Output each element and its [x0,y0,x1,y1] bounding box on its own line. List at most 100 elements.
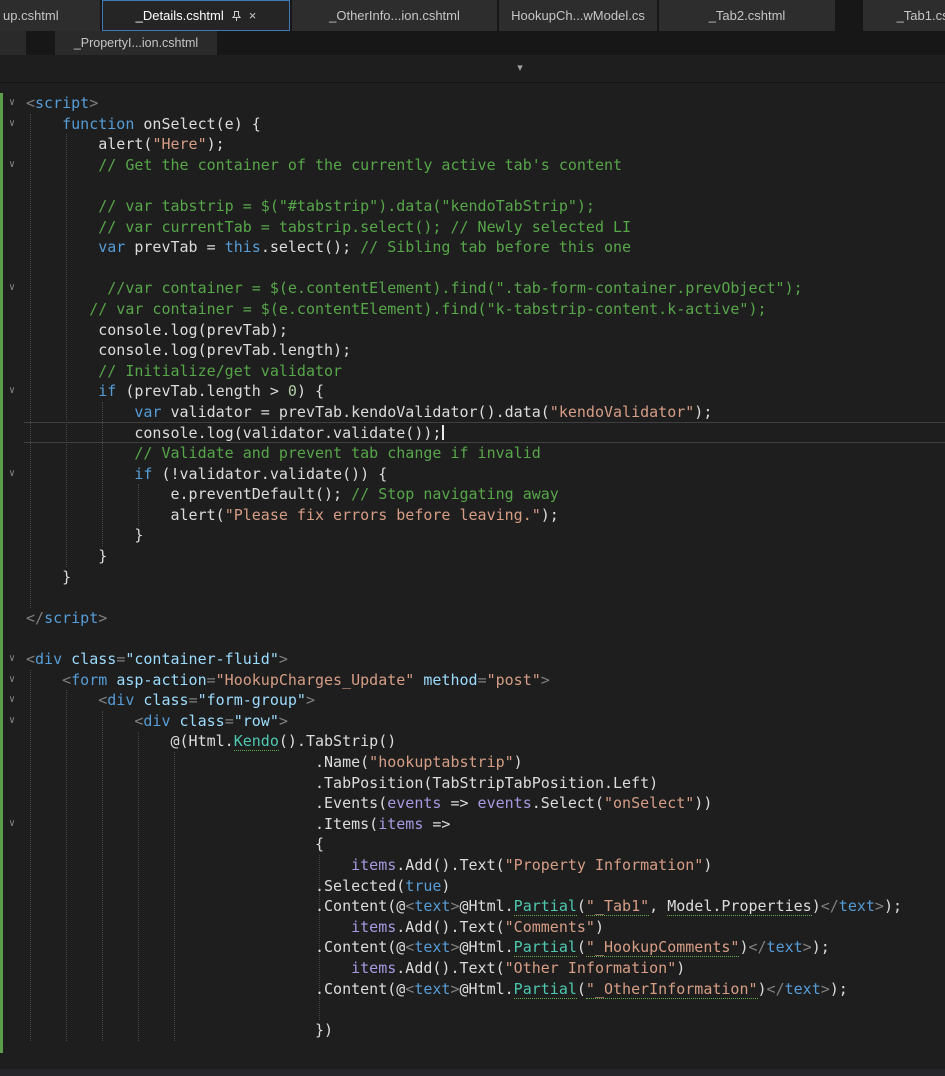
code-line[interactable]: items.Add().Text("Comments") [0,917,945,938]
code-line-text: //var container = $(e.contentElement).fi… [107,279,803,298]
code-line-text: e.preventDefault(); // Stop navigating a… [26,485,559,504]
code-line[interactable]: .Content(@<text>@Html.Partial("_HookupCo… [0,937,945,958]
tab-label: _Details.cshtml [135,8,224,23]
code-line[interactable]: .Selected(true) [0,876,945,897]
code-line[interactable] [0,175,945,196]
code-line-text: // Validate and prevent tab change if in… [134,444,541,463]
code-line[interactable] [0,258,945,279]
code-line[interactable]: var prevTab = this.select(); // Sibling … [0,237,945,258]
tab-label: _PropertyI...ion.cshtml [73,36,199,50]
code-line-text: .Events(events => events.Select("onSelec… [26,794,713,813]
code-line[interactable]: console.log(prevTab); [0,320,945,341]
code-line[interactable]: .Content(@<text>@Html.Partial("_OtherInf… [0,979,945,1000]
code-line[interactable]: // Validate and prevent tab change if in… [0,443,945,464]
editor-tab[interactable]: _Details.cshtml × [102,0,290,31]
code-line-text: items.Add().Text("Comments") [351,917,604,936]
code-line[interactable]: // Initialize/get validator [0,361,945,382]
fold-chevron-icon[interactable]: ∨ [4,670,20,691]
code-line[interactable]: ∨ <div class="form-group"> [0,690,945,711]
code-line[interactable]: ∨ <form asp-action="HookupCharges_Update… [0,670,945,691]
code-line-text: // var tabstrip = $("#tabstrip").data("k… [98,196,595,215]
code-line-text: <form asp-action="HookupCharges_Update" … [62,670,550,689]
editor-tab[interactable]: _Tab2.cshtml [659,0,835,31]
code-line[interactable]: }) [0,1020,945,1041]
code-line[interactable]: ∨ // Get the container of the currently … [0,155,945,176]
code-line-text: } [26,567,72,586]
code-line[interactable]: ∨ //var container = $(e.contentElement).… [0,278,945,299]
code-line[interactable]: console.log(prevTab.length); [0,340,945,361]
change-tracking-bar [0,93,3,1053]
code-line[interactable] [0,587,945,608]
close-icon[interactable]: × [249,9,257,22]
editor-tab[interactable]: HookupCh...wModel.cs [499,0,657,31]
code-line[interactable]: alert("Please fix errors before leaving.… [0,505,945,526]
fold-chevron-icon[interactable]: ∨ [4,381,20,402]
code-line-text: <script> [26,94,99,112]
code-line-text: .Content(@<text>@Html.Partial("_OtherInf… [26,979,848,999]
code-line-text: } [26,526,144,545]
code-line[interactable]: ∨ if (!validator.validate()) { [0,464,945,485]
code-line[interactable]: } [0,567,945,588]
editor-tab[interactable]: up.cshtml [0,0,100,31]
tab-label: HookupCh...wModel.cs [511,8,645,23]
code-line-text: .TabPosition(TabStripTabPosition.Left) [26,773,659,792]
code-line[interactable]: .Content(@<text>@Html.Partial("_Tab1", M… [0,896,945,917]
code-line[interactable]: items.Add().Text("Other Information") [0,958,945,979]
fold-chevron-icon[interactable]: ∨ [4,114,20,135]
horizontal-scrollbar[interactable] [0,1069,945,1076]
code-line[interactable]: // var tabstrip = $("#tabstrip").data("k… [0,196,945,217]
vs-editor-window: up.cshtml _Details.cshtml × _OtherInfo...io… [0,0,945,1076]
tab-row-2: _PropertyI...ion.cshtml [0,31,945,55]
code-line[interactable]: // var container = $(e.contentElement).f… [0,299,945,320]
editor-tab[interactable]: _Tab1.csht [863,0,945,31]
code-line-text: function onSelect(e) { [62,114,261,133]
code-line[interactable]: .Name("hookuptabstrip") [0,752,945,773]
code-line[interactable]: ∨ <div class="row"> [0,711,945,732]
fold-chevron-icon[interactable]: ∨ [4,690,20,711]
code-line[interactable]: ∨ .Items(items => [0,814,945,835]
document-tab-bar: up.cshtml _Details.cshtml × _OtherInfo...io… [0,0,945,55]
fold-chevron-icon[interactable]: ∨ [4,155,20,176]
code-line[interactable]: ∨ if (prevTab.length > 0) { [0,381,945,402]
editor-tab-stub[interactable] [0,31,26,55]
tab-label: up.cshtml [3,8,59,23]
code-line[interactable]: e.preventDefault(); // Stop navigating a… [0,484,945,505]
fold-chevron-icon[interactable]: ∨ [4,93,20,114]
code-line[interactable]: alert("Here"); [0,134,945,155]
code-line-text: }) [26,1020,334,1039]
code-line[interactable]: ∨ <div class="container-fluid"> [0,649,945,670]
code-line-text: console.log(prevTab); [26,320,288,339]
code-line[interactable]: ∨ function onSelect(e) { [0,114,945,135]
code-line[interactable]: @(Html.Kendo().TabStrip() [0,731,945,752]
pin-icon[interactable] [231,10,242,22]
code-line[interactable]: .Events(events => events.Select("onSelec… [0,793,945,814]
code-line[interactable]: // var currentTab = tabstrip.select(); /… [0,217,945,238]
code-line-text: .Items(items => [26,814,451,833]
editor-tab[interactable]: _OtherInfo...ion.cshtml [292,0,497,31]
code-line-text: var prevTab = this.select(); // Sibling … [98,238,632,257]
fold-chevron-icon[interactable]: ∨ [4,649,20,670]
code-line-text: console.log(prevTab.length); [26,341,352,360]
code-line[interactable]: } [0,546,945,567]
fold-chevron-icon[interactable]: ∨ [4,814,20,835]
fold-chevron-icon[interactable]: ∨ [4,278,20,299]
code-line[interactable]: </script> [0,608,945,629]
code-line-text: items.Add().Text("Other Information") [351,958,686,977]
code-line[interactable]: items.Add().Text("Property Information") [0,855,945,876]
code-line[interactable]: { [0,834,945,855]
code-line[interactable]: } [0,525,945,546]
code-editor[interactable]: ∨ <script> ∨ function onSelect(e) { alert(… [0,83,945,1069]
code-line-text: <div class="row"> [134,711,288,730]
fold-chevron-icon[interactable]: ∨ [4,464,20,485]
chevron-down-icon[interactable]: ▾ [508,60,532,77]
code-area[interactable]: ∨ <script> ∨ function onSelect(e) { alert(… [0,83,945,1041]
code-line[interactable] [0,628,945,649]
code-line[interactable]: var validator = prevTab.kendoValidator()… [0,402,945,423]
tab-label: _Tab2.cshtml [708,8,786,23]
code-line[interactable]: console.log(validator.validate()); [0,421,945,444]
code-line[interactable]: .TabPosition(TabStripTabPosition.Left) [0,773,945,794]
code-line[interactable] [0,999,945,1020]
code-line[interactable]: ∨ <script> [0,93,945,114]
editor-tab[interactable]: _PropertyI...ion.cshtml [55,31,217,55]
fold-chevron-icon[interactable]: ∨ [4,711,20,732]
